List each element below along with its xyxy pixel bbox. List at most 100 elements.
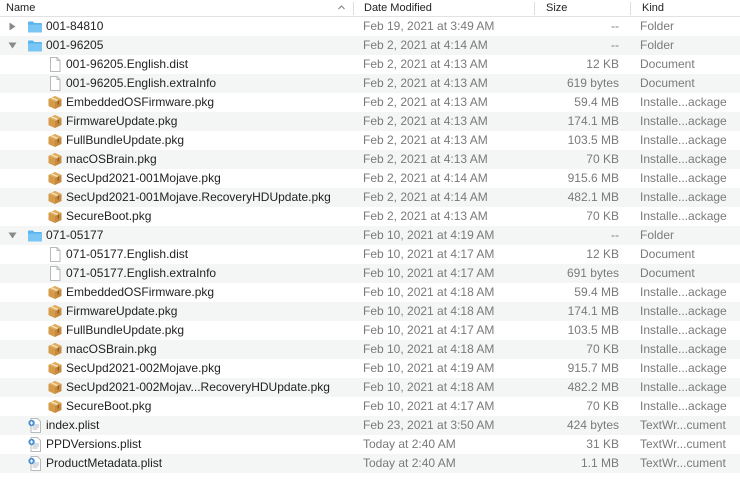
document-icon	[47, 76, 63, 91]
file-kind: Document	[640, 266, 695, 280]
file-size: 482.2 MB	[567, 380, 619, 394]
column-separator[interactable]	[534, 2, 535, 15]
file-row[interactable]: 071-05177 Feb 10, 2021 at 4:19 AM -- Folder	[0, 226, 740, 245]
date-modified: Feb 10, 2021 at 4:18 AM	[363, 380, 495, 394]
file-kind: Installe...ackage	[640, 133, 727, 147]
file-row[interactable]: FirmwareUpdate.pkg Feb 10, 2021 at 4:18 A…	[0, 302, 740, 321]
file-row[interactable]: EmbeddedOSFirmware.pkg Feb 2, 2021 at 4:1…	[0, 93, 740, 112]
file-size: 12 KB	[586, 247, 619, 261]
column-header-kind[interactable]: Kind	[642, 0, 737, 17]
date-modified: Feb 2, 2021 at 4:13 AM	[363, 76, 488, 90]
file-name: 001-96205.English.dist	[66, 57, 189, 71]
date-modified: Feb 23, 2021 at 3:50 AM	[363, 418, 495, 432]
file-row[interactable]: PPDVersions.plist Today at 2:40 AM 31 KB Te…	[0, 435, 740, 454]
file-kind: Document	[640, 57, 695, 71]
file-size: 174.1 MB	[567, 304, 619, 318]
column-separator[interactable]	[353, 2, 354, 15]
file-name: 071-05177	[46, 228, 104, 242]
package-icon	[47, 133, 63, 148]
file-size: 691 bytes	[566, 266, 619, 280]
package-icon	[47, 209, 63, 224]
file-row[interactable]: SecUpd2021-002Mojave.pkg Feb 10, 2021 at …	[0, 359, 740, 378]
disclosure-collapsed-icon[interactable]	[8, 22, 17, 31]
date-modified: Feb 10, 2021 at 4:17 AM	[363, 266, 495, 280]
file-row[interactable]: SecUpd2021-002Mojav...RecoveryHDUpdate.p…	[0, 378, 740, 397]
folder-icon	[27, 19, 43, 34]
file-size: 915.6 MB	[567, 171, 619, 185]
file-size: 103.5 MB	[567, 323, 619, 337]
disclosure-expanded-icon[interactable]	[8, 41, 17, 50]
date-modified: Feb 10, 2021 at 4:18 AM	[363, 304, 495, 318]
date-modified: Feb 2, 2021 at 4:14 AM	[363, 38, 488, 52]
sort-ascending-icon[interactable]	[337, 3, 346, 12]
date-modified: Feb 10, 2021 at 4:17 AM	[363, 247, 495, 261]
file-name: index.plist	[46, 418, 100, 432]
file-kind: Installe...ackage	[640, 361, 727, 375]
file-row[interactable]: ProductMetadata.plist Today at 2:40 AM 1.1…	[0, 454, 740, 473]
file-size: 59.4 MB	[574, 285, 619, 299]
file-size: 70 KB	[586, 342, 619, 356]
file-size: 59.4 MB	[574, 95, 619, 109]
package-icon	[47, 361, 63, 376]
file-kind: Installe...ackage	[640, 95, 727, 109]
file-row[interactable]: 001-96205.English.extraInfo Feb 2, 2021 a…	[0, 74, 740, 93]
file-kind: Installe...ackage	[640, 304, 727, 318]
column-header-date[interactable]: Date Modified	[364, 0, 534, 17]
file-size: 70 KB	[586, 152, 619, 166]
file-name: ProductMetadata.plist	[46, 456, 163, 470]
column-header: Name Date Modified Size Kind	[0, 0, 740, 17]
package-icon	[47, 114, 63, 129]
package-icon	[47, 380, 63, 395]
file-size: 174.1 MB	[567, 114, 619, 128]
file-kind: Installe...ackage	[640, 380, 727, 394]
file-row[interactable]: macOSBrain.pkg Feb 2, 2021 at 4:13 AM 70 K…	[0, 150, 740, 169]
file-kind: Installe...ackage	[640, 285, 727, 299]
file-row[interactable]: FullBundleUpdate.pkg Feb 10, 2021 at 4:17…	[0, 321, 740, 340]
file-row[interactable]: 071-05177.English.dist Feb 10, 2021 at 4:…	[0, 245, 740, 264]
package-icon	[47, 323, 63, 338]
file-name: 001-96205	[46, 38, 104, 52]
package-icon	[47, 152, 63, 167]
column-header-name[interactable]: Name	[6, 0, 346, 17]
file-name: 001-84810	[46, 19, 104, 33]
file-name: EmbeddedOSFirmware.pkg	[66, 95, 215, 109]
file-name: SecUpd2021-001Mojave.RecoveryHDUpdate.pk…	[66, 190, 331, 204]
plist-document-icon	[27, 418, 43, 433]
file-name: FirmwareUpdate.pkg	[66, 304, 178, 318]
file-name: FullBundleUpdate.pkg	[66, 133, 185, 147]
date-modified: Feb 2, 2021 at 4:13 AM	[363, 152, 488, 166]
file-kind: Installe...ackage	[640, 209, 727, 223]
package-icon	[47, 95, 63, 110]
file-row[interactable]: 071-05177.English.extraInfo Feb 10, 2021 …	[0, 264, 740, 283]
disclosure-expanded-icon[interactable]	[8, 231, 17, 240]
package-icon	[47, 399, 63, 414]
file-size: 70 KB	[586, 399, 619, 413]
file-row[interactable]: FirmwareUpdate.pkg Feb 2, 2021 at 4:13 AM…	[0, 112, 740, 131]
file-kind: Document	[640, 76, 695, 90]
file-row[interactable]: SecUpd2021-001Mojave.pkg Feb 2, 2021 at 4…	[0, 169, 740, 188]
file-size: 103.5 MB	[567, 133, 619, 147]
file-kind: Installe...ackage	[640, 152, 727, 166]
file-row[interactable]: index.plist Feb 23, 2021 at 3:50 AM 424 by…	[0, 416, 740, 435]
file-row[interactable]: 001-96205.English.dist Feb 2, 2021 at 4:1…	[0, 55, 740, 74]
date-modified: Feb 10, 2021 at 4:19 AM	[363, 228, 495, 242]
file-kind: Installe...ackage	[640, 190, 727, 204]
file-name: 071-05177.English.extraInfo	[66, 266, 217, 280]
column-header-size[interactable]: Size	[546, 0, 626, 17]
file-name: SecUpd2021-001Mojave.pkg	[66, 171, 221, 185]
file-row[interactable]: SecUpd2021-001Mojave.RecoveryHDUpdate.pk…	[0, 188, 740, 207]
file-kind: Folder	[640, 38, 675, 52]
file-row[interactable]: SecureBoot.pkg Feb 2, 2021 at 4:13 AM 70 K…	[0, 207, 740, 226]
file-row[interactable]: 001-84810 Feb 19, 2021 at 3:49 AM -- Folder	[0, 17, 740, 36]
file-name: macOSBrain.pkg	[66, 342, 157, 356]
file-row[interactable]: macOSBrain.pkg Feb 10, 2021 at 4:18 AM 70 …	[0, 340, 740, 359]
date-modified: Feb 2, 2021 at 4:14 AM	[363, 190, 488, 204]
file-size: 70 KB	[586, 209, 619, 223]
column-separator[interactable]	[630, 2, 631, 15]
file-row[interactable]: FullBundleUpdate.pkg Feb 2, 2021 at 4:13 …	[0, 131, 740, 150]
file-row[interactable]: 001-96205 Feb 2, 2021 at 4:14 AM -- Folder	[0, 36, 740, 55]
date-modified: Feb 10, 2021 at 4:18 AM	[363, 342, 495, 356]
file-row[interactable]: SecureBoot.pkg Feb 10, 2021 at 4:17 AM 70 …	[0, 397, 740, 416]
file-list: 001-84810 Feb 19, 2021 at 3:49 AM -- Folder…	[0, 17, 740, 473]
file-row[interactable]: EmbeddedOSFirmware.pkg Feb 10, 2021 at 4:…	[0, 283, 740, 302]
